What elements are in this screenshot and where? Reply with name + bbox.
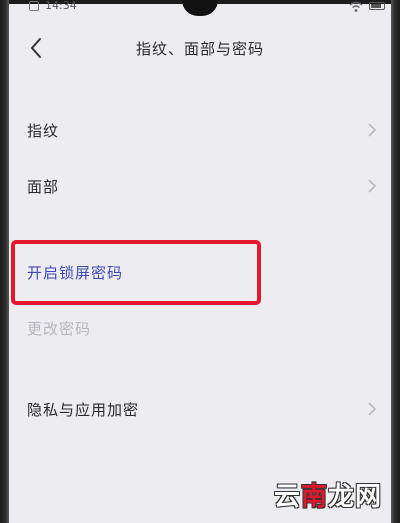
settings-item-fingerprint[interactable]: 指纹 bbox=[9, 108, 391, 152]
watermark: 云南龙网 bbox=[274, 476, 382, 513]
app-notification-icon bbox=[29, 1, 39, 11]
watermark-part: 龙网 bbox=[327, 482, 382, 512]
watermark-part: 云 bbox=[273, 482, 301, 512]
status-time: 14:34 bbox=[45, 0, 77, 12]
page-title: 指纹、面部与密码 bbox=[135, 40, 264, 58]
status-bar: 14:34 bbox=[9, 0, 391, 14]
settings-item-change-password: 更改密码 bbox=[9, 306, 391, 350]
settings-item-face[interactable]: 面部 bbox=[9, 164, 391, 208]
settings-item-label: 指纹 bbox=[27, 122, 60, 140]
phone-screen: 14:34 指纹、面部与密码 指纹 面部 开启锁屏密码 更改密码 隐私与应用加密 bbox=[0, 0, 400, 523]
settings-item-label: 隐私与应用加密 bbox=[27, 401, 140, 419]
bezel-left bbox=[0, 0, 9, 523]
chevron-right-icon bbox=[368, 123, 377, 137]
settings-item-label: 更改密码 bbox=[27, 320, 92, 338]
settings-item-label: 面部 bbox=[27, 178, 60, 196]
highlight-annotation-box bbox=[11, 240, 261, 305]
settings-item-privacy-app-encryption[interactable]: 隐私与应用加密 bbox=[9, 387, 391, 431]
bezel-right bbox=[391, 0, 400, 523]
battery-icon bbox=[369, 2, 385, 10]
chevron-right-icon bbox=[368, 402, 377, 416]
watermark-part: 南 bbox=[300, 482, 328, 512]
chevron-right-icon bbox=[368, 179, 377, 193]
wifi-icon bbox=[349, 1, 363, 12]
